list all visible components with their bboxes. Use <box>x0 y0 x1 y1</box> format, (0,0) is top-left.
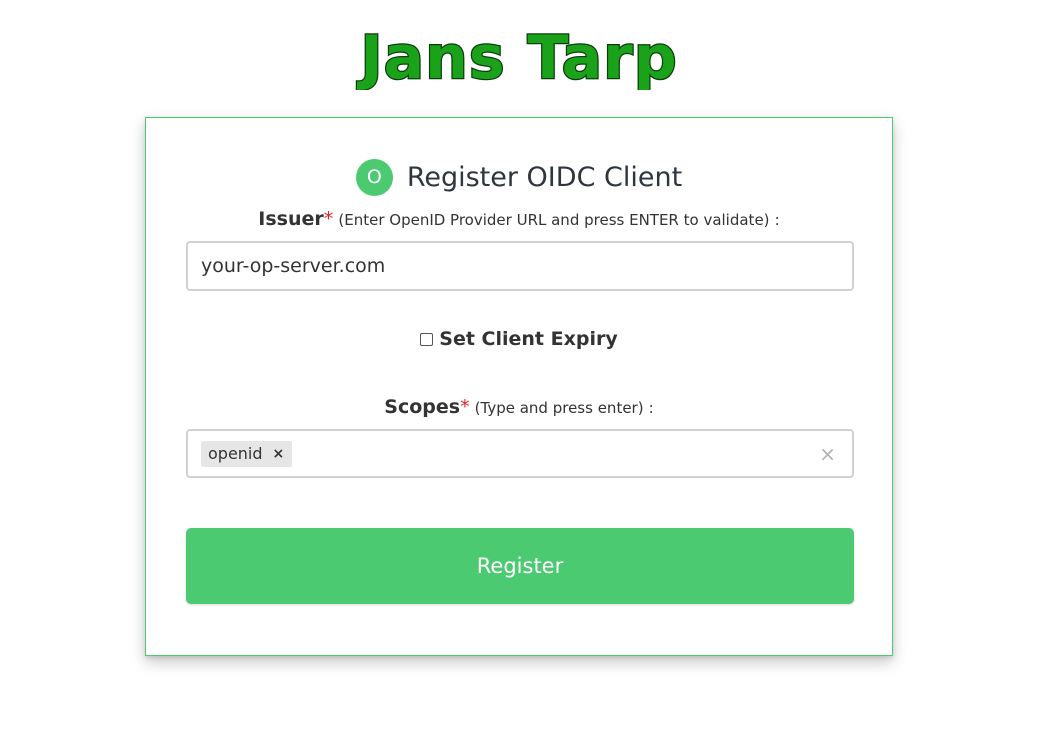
scope-chip-label: openid <box>208 444 263 463</box>
scope-chip: openid × <box>201 440 293 467</box>
issuer-label-text: Issuer <box>258 208 324 230</box>
issuer-hint: (Enter OpenID Provider URL and press ENT… <box>338 211 770 229</box>
scopes-label-text: Scopes <box>384 396 461 418</box>
expiry-checkbox[interactable] <box>420 332 434 346</box>
register-button[interactable]: Register <box>186 528 854 604</box>
oidc-logo-icon: O <box>355 158 393 196</box>
logo-wordmark: Jans Tarp <box>355 22 678 90</box>
scopes-hint: (Type and press enter) <box>474 399 644 417</box>
scopes-label-colon: : <box>648 399 654 417</box>
oidc-logo-letter: O <box>366 166 382 188</box>
page-title: Register OIDC Client <box>406 161 683 193</box>
scopes-label: Scopes* (Type and press enter) : <box>146 396 892 418</box>
card-header: O Register OIDC Client <box>146 158 892 196</box>
issuer-label-colon: : <box>774 211 780 229</box>
scopes-required-mark: * <box>460 396 470 418</box>
issuer-input[interactable] <box>186 241 854 291</box>
issuer-required-mark: * <box>323 208 334 230</box>
app-logo: Jans Tarp <box>0 20 1037 90</box>
logo-text: Jans Tarp <box>356 23 677 90</box>
register-client-card: O Register OIDC Client Issuer* (Enter Op… <box>145 117 893 656</box>
issuer-label: Issuer* (Enter OpenID Provider URL and p… <box>146 208 892 230</box>
expiry-label[interactable]: Set Client Expiry <box>439 328 617 350</box>
scopes-multiselect[interactable]: openid × × <box>186 429 854 478</box>
clear-scopes-icon[interactable]: × <box>819 442 836 466</box>
remove-scope-icon[interactable]: × <box>273 446 285 462</box>
page: Jans Tarp O Register OIDC Client Issuer*… <box>0 0 1037 741</box>
client-expiry-toggle[interactable]: Set Client Expiry <box>146 328 892 350</box>
